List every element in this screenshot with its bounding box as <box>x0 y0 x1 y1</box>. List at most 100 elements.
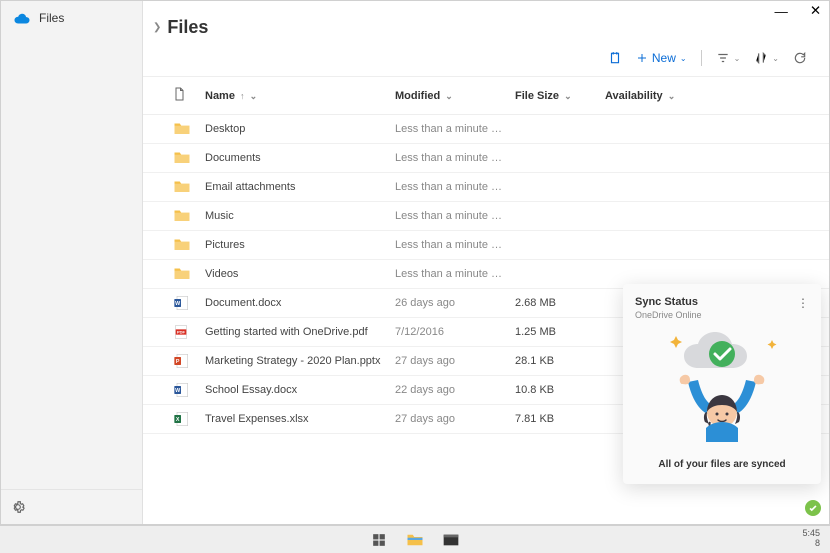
sort-button[interactable]: ⌄ <box>754 51 779 65</box>
windows-logo-icon <box>372 533 386 547</box>
file-size <box>509 260 599 289</box>
close-button[interactable]: ✕ <box>810 3 821 19</box>
new-button[interactable]: New ⌄ <box>636 51 687 65</box>
file-modified: Less than a minute ago <box>389 173 509 202</box>
word-icon: W <box>173 382 191 398</box>
taskbar-start-button[interactable] <box>370 531 388 549</box>
chevron-right-icon: ❯ <box>153 22 161 33</box>
file-row[interactable]: PicturesLess than a minute ago <box>143 231 829 260</box>
svg-text:PDF: PDF <box>177 329 186 334</box>
folder-icon <box>173 266 191 282</box>
file-modified: Less than a minute ago <box>389 202 509 231</box>
gear-icon <box>11 500 25 514</box>
col-modified-header[interactable]: Modified ⌄ <box>389 77 509 115</box>
plus-icon <box>636 52 648 64</box>
file-size: 28.1 KB <box>509 347 599 376</box>
add-to-button[interactable] <box>608 51 622 65</box>
file-modified: 26 days ago <box>389 289 509 318</box>
file-row[interactable]: Email attachmentsLess than a minute ago <box>143 173 829 202</box>
file-modified: 27 days ago <box>389 347 509 376</box>
popup-illustration <box>635 320 809 453</box>
file-name: Marketing Strategy - 2020 Plan.pptx <box>199 347 389 376</box>
col-size-header[interactable]: File Size ⌄ <box>509 77 599 115</box>
sidebar-app-item[interactable]: Files <box>1 11 142 25</box>
popup-message: All of your files are synced <box>635 453 809 472</box>
file-availability <box>599 144 829 173</box>
folder-icon <box>406 533 424 547</box>
sidebar: Files <box>1 1 143 524</box>
page-title: Files <box>167 17 208 38</box>
open-in-icon <box>608 51 622 65</box>
refresh-icon <box>793 51 807 65</box>
file-name: Email attachments <box>199 173 389 202</box>
file-modified: Less than a minute ago <box>389 231 509 260</box>
file-modified: Less than a minute ago <box>389 144 509 173</box>
file-size <box>509 144 599 173</box>
file-row[interactable]: DesktopLess than a minute ago <box>143 115 829 144</box>
file-row[interactable]: DocumentsLess than a minute ago <box>143 144 829 173</box>
sidebar-footer <box>1 489 142 524</box>
taskbar-date: 8 <box>802 538 820 548</box>
chevron-down-icon: ⌄ <box>680 54 687 63</box>
file-modified: 7/12/2016 <box>389 318 509 347</box>
file-size: 7.81 KB <box>509 405 599 434</box>
chevron-down-icon: ⌄ <box>668 91 676 101</box>
chevron-down-icon: ⌄ <box>250 91 258 101</box>
new-label: New <box>652 51 676 65</box>
col-name-header[interactable]: Name ↑ ⌄ <box>199 77 389 115</box>
file-modified: Less than a minute ago <box>389 260 509 289</box>
taskbar: 5:45 8 <box>0 525 830 553</box>
file-name: Music <box>199 202 389 231</box>
file-size: 2.68 MB <box>509 289 599 318</box>
ppt-icon: P <box>173 353 191 369</box>
sidebar-app-label: Files <box>39 11 64 25</box>
chevron-down-icon: ⌄ <box>445 91 453 101</box>
folder-icon <box>173 237 191 253</box>
svg-text:X: X <box>176 417 180 423</box>
folder-icon <box>173 121 191 137</box>
taskbar-app-button[interactable] <box>442 531 460 549</box>
popup-more-button[interactable]: ⋮ <box>797 296 809 310</box>
document-icon <box>173 87 185 101</box>
main-pane: — ✕ ❯ Files New ⌄ ⌄ ⌄ <box>143 1 829 524</box>
file-availability <box>599 202 829 231</box>
file-availability <box>599 173 829 202</box>
taskbar-time: 5:45 <box>802 528 820 538</box>
breadcrumb: ❯ Files <box>143 1 829 46</box>
popup-subtitle: OneDrive Online <box>635 310 702 320</box>
taskbar-explorer-button[interactable] <box>406 531 424 549</box>
check-icon <box>808 503 818 513</box>
taskbar-clock[interactable]: 5:45 8 <box>802 528 820 548</box>
minimize-button[interactable]: — <box>775 3 788 19</box>
col-availability-header[interactable]: Availability ⌄ <box>599 77 829 115</box>
window-icon <box>443 534 459 546</box>
file-name: Documents <box>199 144 389 173</box>
filter-button[interactable]: ⌄ <box>716 51 741 65</box>
file-name: Desktop <box>199 115 389 144</box>
file-modified: Less than a minute ago <box>389 115 509 144</box>
file-size <box>509 173 599 202</box>
folder-icon <box>173 208 191 224</box>
settings-button[interactable] <box>11 500 25 514</box>
file-modified: 27 days ago <box>389 405 509 434</box>
folder-icon <box>173 150 191 166</box>
file-modified: 22 days ago <box>389 376 509 405</box>
file-name: School Essay.docx <box>199 376 389 405</box>
file-name: Pictures <box>199 231 389 260</box>
popup-title: Sync Status <box>635 296 702 308</box>
refresh-button[interactable] <box>793 51 807 65</box>
onedrive-cloud-icon <box>13 12 31 24</box>
svg-text:P: P <box>176 359 180 365</box>
filter-icon <box>716 51 730 65</box>
file-name: Videos <box>199 260 389 289</box>
folder-icon <box>173 179 191 195</box>
col-type-header[interactable] <box>143 77 199 115</box>
file-name: Travel Expenses.xlsx <box>199 405 389 434</box>
xls-icon: X <box>173 411 191 427</box>
file-row[interactable]: MusicLess than a minute ago <box>143 202 829 231</box>
file-availability <box>599 231 829 260</box>
file-size: 1.25 MB <box>509 318 599 347</box>
file-size <box>509 202 599 231</box>
file-availability <box>599 115 829 144</box>
sync-complete-badge[interactable] <box>805 500 821 516</box>
